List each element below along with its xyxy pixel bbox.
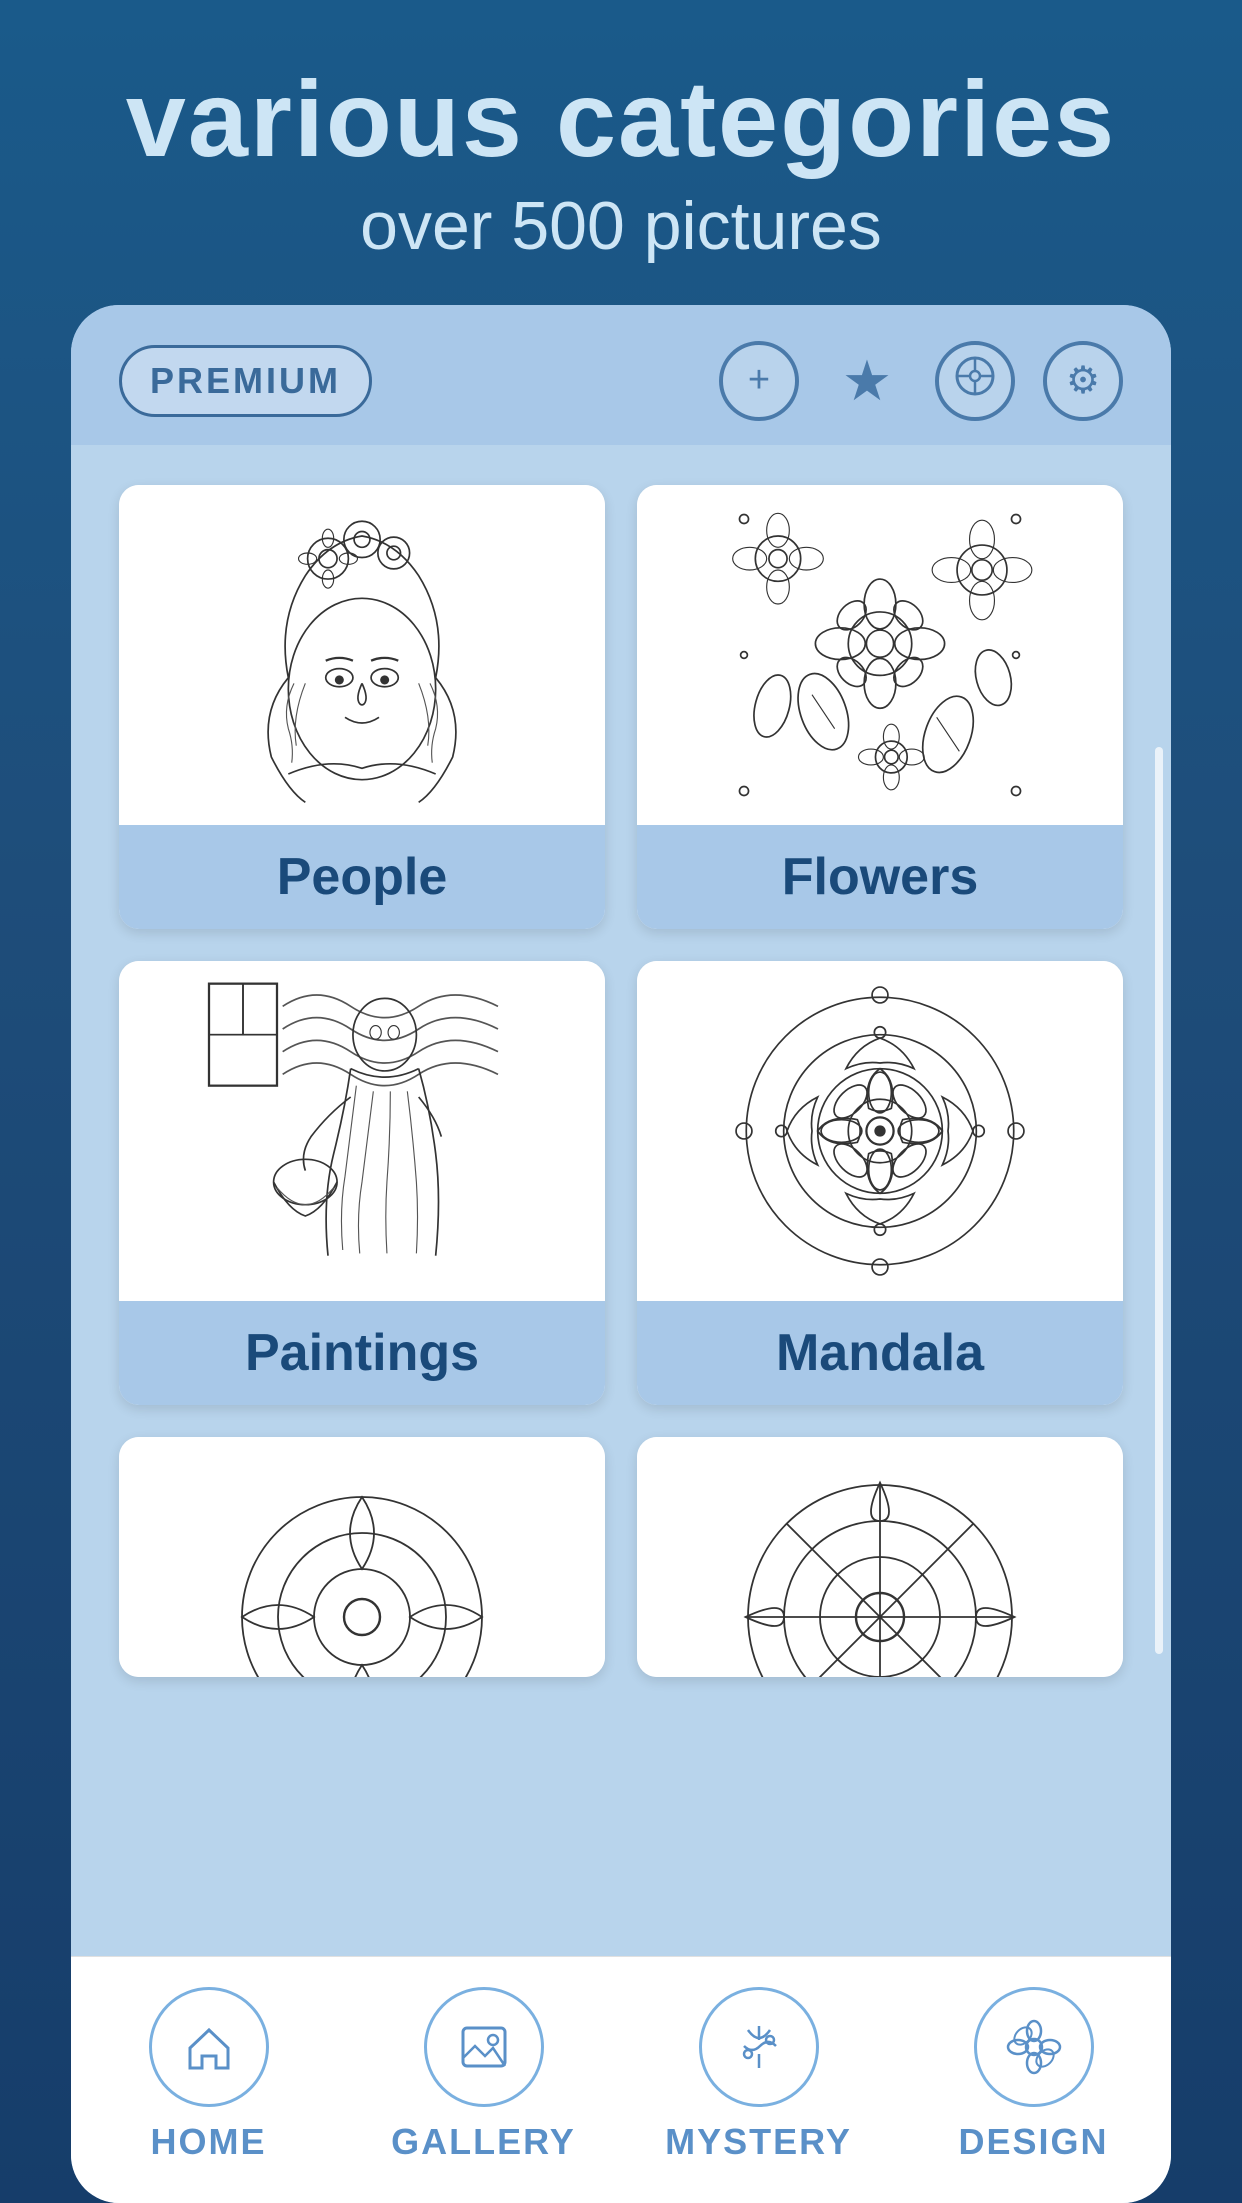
design-label: DESIGN: [958, 2121, 1108, 2163]
paintings-label: Paintings: [119, 1301, 605, 1405]
star-icon: ★: [842, 348, 892, 414]
partial2-image: [637, 1437, 1123, 1677]
mandala-image: [637, 961, 1123, 1301]
home-label: HOME: [151, 2121, 267, 2163]
category-partial-1[interactable]: [119, 1437, 605, 1677]
header-text: various categories over 500 pictures: [126, 60, 1116, 265]
category-people[interactable]: People: [119, 485, 605, 929]
bottom-nav: HOME GALLERY: [71, 1956, 1171, 2203]
nav-home[interactable]: HOME: [71, 1987, 346, 2163]
category-paintings[interactable]: Paintings: [119, 961, 605, 1405]
add-icon: +: [748, 359, 770, 402]
mystery-label: MYSTERY: [665, 2121, 852, 2163]
favorites-button[interactable]: ★: [827, 341, 907, 421]
category-mandala[interactable]: Mandala: [637, 961, 1123, 1405]
app-frame: PREMIUM + ★: [71, 305, 1171, 2203]
category-grid: People: [119, 485, 1123, 1677]
gallery-icon: [455, 2018, 513, 2076]
content-area: People: [71, 445, 1171, 1956]
settings-button[interactable]: ⚙: [1043, 341, 1123, 421]
header-title: various categories: [126, 60, 1116, 179]
share-button[interactable]: [935, 341, 1015, 421]
flowers-image: [637, 485, 1123, 825]
share-icon: [955, 356, 995, 406]
gear-icon: ⚙: [1066, 358, 1100, 403]
nav-gallery[interactable]: GALLERY: [346, 1987, 621, 2163]
category-partial-2[interactable]: [637, 1437, 1123, 1677]
design-icon-circle: [974, 1987, 1094, 2107]
home-icon: [180, 2018, 238, 2076]
header-subtitle: over 500 pictures: [126, 187, 1116, 265]
gallery-label: GALLERY: [391, 2121, 576, 2163]
nav-design[interactable]: DESIGN: [896, 1987, 1171, 2163]
top-icons: + ★ ⚙: [719, 341, 1123, 421]
scrollbar[interactable]: [1155, 747, 1163, 1654]
design-icon: [1005, 2018, 1063, 2076]
people-label: People: [119, 825, 605, 929]
nav-mystery[interactable]: MYSTERY: [621, 1987, 896, 2163]
people-image: [119, 485, 605, 825]
category-flowers[interactable]: Flowers: [637, 485, 1123, 929]
top-bar: PREMIUM + ★: [71, 305, 1171, 445]
add-button[interactable]: +: [719, 341, 799, 421]
home-icon-circle: [149, 1987, 269, 2107]
gallery-icon-circle: [424, 1987, 544, 2107]
premium-badge[interactable]: PREMIUM: [119, 345, 372, 417]
flowers-label: Flowers: [637, 825, 1123, 929]
partial1-image: [119, 1437, 605, 1677]
paintings-image: [119, 961, 605, 1301]
mystery-icon: [730, 2018, 788, 2076]
mystery-icon-circle: [699, 1987, 819, 2107]
mandala-label: Mandala: [637, 1301, 1123, 1405]
